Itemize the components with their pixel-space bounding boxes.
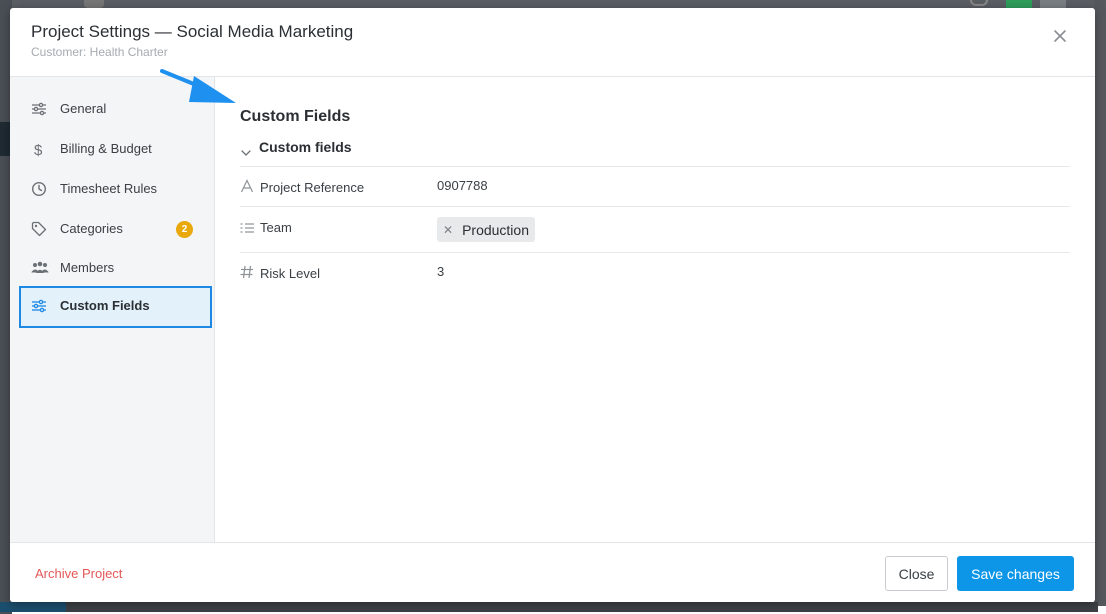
sidebar-item-label: Custom Fields [60,298,150,313]
sidebar-item-billing[interactable]: $ Billing & Budget [19,129,212,169]
callout-arrow-icon [160,65,238,110]
field-value[interactable]: 3 [437,264,444,279]
field-value[interactable]: 0907788 [437,178,488,193]
custom-fields-panel: Custom Fields Custom fields Project Refe… [216,77,1095,542]
sliders-icon [31,298,47,314]
close-icon[interactable] [1050,26,1070,46]
field-row-team: Team ✕ Production [240,207,1070,253]
field-row-project-reference: Project Reference 0907788 [240,167,1070,207]
field-row-risk-level: Risk Level 3 [240,253,1070,293]
modal-footer: Archive Project Close Save changes [10,542,1095,602]
close-button[interactable]: Close [885,556,948,591]
sidebar-item-label: Members [60,260,115,275]
tag-icon [31,221,47,237]
sidebar-item-categories[interactable]: Categories 2 [19,209,212,249]
chevron-down-icon [240,146,252,158]
sidebar-item-label: Billing & Budget [60,141,152,156]
field-label: Project Reference [260,180,365,195]
section-title: Custom Fields [240,108,351,125]
sidebar-item-label: Timesheet Rules [60,181,158,196]
sliders-icon [31,101,47,117]
save-changes-button[interactable]: Save changes [957,556,1074,591]
count-badge: 2 [176,221,193,238]
sidebar-item-label: General [60,101,107,116]
modal-title: Project Settings — Social Media Marketin… [31,22,354,41]
background-green-button [1006,0,1032,8]
clock-icon [31,181,47,197]
background-right-edge [1094,0,1106,606]
sidebar-item-custom-fields[interactable]: Custom Fields [19,286,212,328]
background-chip [84,0,104,8]
svg-text:$: $ [34,142,43,157]
tag-label: Production [462,221,529,238]
team-tag[interactable]: ✕ Production [437,217,535,242]
users-icon [31,260,49,276]
background-gray-chip [1040,0,1066,8]
list-icon [240,221,256,237]
modal-subtitle: Customer: Health Charter [31,45,168,59]
remove-tag-icon[interactable]: ✕ [443,223,453,237]
sidebar-item-label: Categories [60,221,123,236]
sidebar-item-members[interactable]: Members [19,248,212,288]
dollar-icon: $ [31,141,47,159]
hash-icon [240,265,256,281]
field-label: Team [260,220,292,235]
archive-project-link[interactable]: Archive Project [35,566,122,581]
text-type-icon [240,179,256,195]
custom-fields-group-toggle[interactable]: Custom fields [240,137,1070,167]
sidebar-item-timesheet[interactable]: Timesheet Rules [19,169,212,209]
group-label: Custom fields [259,139,352,155]
settings-sidebar: General $ Billing & Budget Timesheet Rul… [10,77,215,542]
background-bottom-accent [0,602,66,612]
field-label: Risk Level [260,266,320,281]
background-bottom-edge [0,602,1098,612]
